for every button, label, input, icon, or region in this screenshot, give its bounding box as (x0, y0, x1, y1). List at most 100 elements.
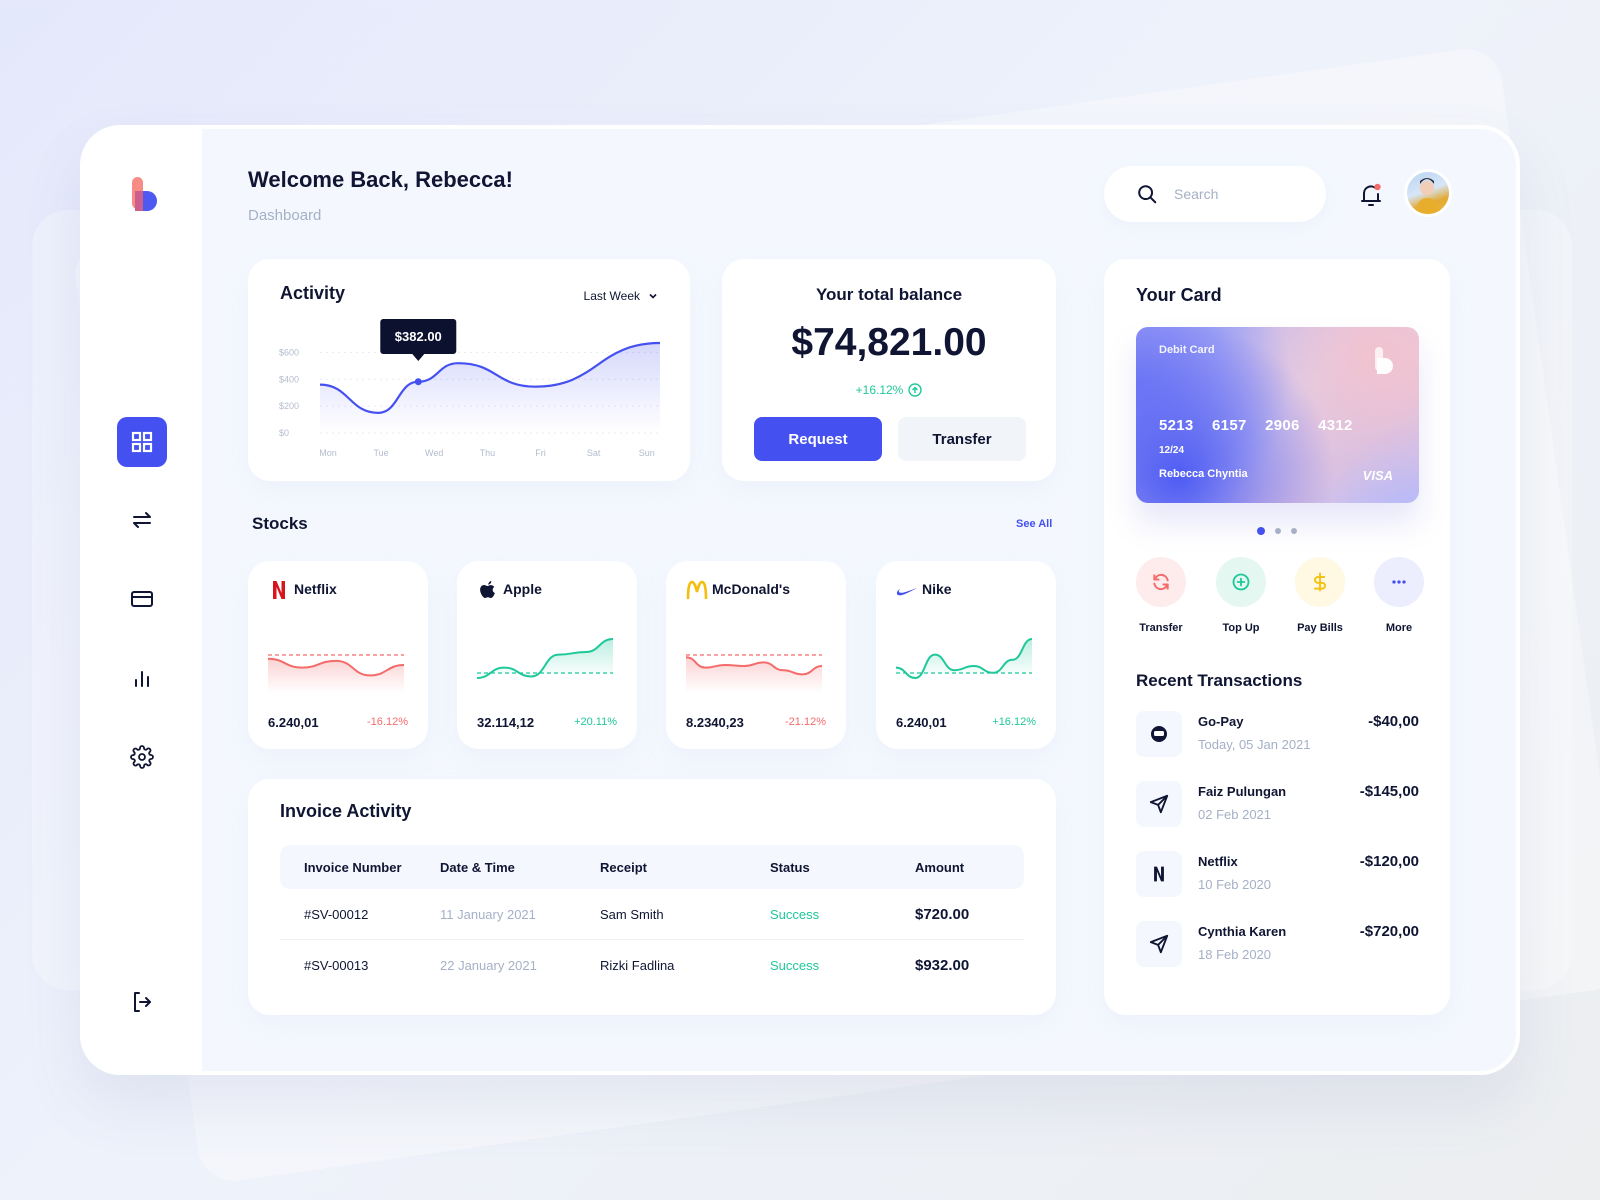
table-row[interactable]: #SV-00012 11 January 2021 Sam Smith Succ… (280, 889, 1024, 940)
sidebar-item-transfers[interactable] (117, 495, 167, 545)
transaction-item[interactable]: Cynthia Karen 18 Feb 2020 -$720,00 (1136, 921, 1419, 969)
sparkline-area (896, 639, 1032, 678)
card-type: Debit Card (1159, 344, 1215, 356)
pagination-dot[interactable] (1257, 527, 1265, 535)
credit-card-icon (131, 591, 153, 607)
action-icon-bg (1136, 557, 1186, 607)
stock-change: -21.12% (785, 716, 826, 728)
balance-change-value: +16.12% (855, 383, 904, 397)
stock-card-apple[interactable]: Apple 32.114,12 +20.11% (457, 561, 637, 749)
card-brand-logo (1375, 347, 1393, 374)
sidebar-item-settings[interactable] (117, 732, 167, 782)
transaction-date: Today, 05 Jan 2021 (1198, 737, 1311, 752)
action-top-up[interactable]: Top Up (1216, 557, 1266, 634)
visa-logo: VISA (1362, 468, 1393, 483)
your-card-panel: Your Card Debit Card 5213 6157 2906 4312… (1104, 259, 1450, 1015)
column-header[interactable]: Receipt (600, 860, 770, 875)
transaction-name: Netflix (1198, 854, 1238, 869)
action-icon-bg (1216, 557, 1266, 607)
stock-sparkline (267, 654, 405, 693)
transaction-item[interactable]: Go-Pay Today, 05 Jan 2021 -$40,00 (1136, 711, 1419, 759)
main-content: Welcome Back, Rebecca! Dashboard Activit… (202, 129, 1516, 1071)
transaction-icon-box (1136, 781, 1182, 827)
nike-logo-icon (896, 588, 917, 596)
activity-card: Activity Last Week $600 $400 $200 $0 Mon Tue W… (248, 259, 690, 481)
transaction-item[interactable]: Netflix 10 Feb 2020 -$120,00 (1136, 851, 1419, 899)
see-all-link[interactable]: See All (1016, 518, 1052, 530)
balance-change: +16.12% (722, 383, 1056, 397)
recent-transactions-title: Recent Transactions (1136, 671, 1303, 690)
pagination-dot[interactable] (1275, 528, 1281, 534)
period-dropdown-label: Last Week (583, 289, 640, 303)
send-icon (1149, 794, 1169, 814)
wallet-icon (1151, 726, 1167, 742)
stock-sparkline (476, 638, 614, 679)
column-header[interactable]: Date & Time (440, 860, 600, 875)
arrow-up-circle-icon (908, 383, 923, 397)
invoice-amount: $932.00 (915, 957, 970, 974)
notification-bell-icon[interactable] (1359, 181, 1383, 209)
stock-card-netflix[interactable]: Netflix 6.240,01 -16.12% (248, 561, 428, 749)
x-tick-label: Tue (374, 448, 389, 458)
card-pagination (1104, 527, 1450, 535)
action-pay-bills[interactable]: Pay Bills (1295, 557, 1345, 634)
logout-button[interactable] (117, 977, 167, 1027)
breadcrumb: Dashboard (248, 207, 322, 224)
invoice-number: #SV-00013 (304, 958, 369, 973)
transaction-amount: -$120,00 (1359, 853, 1419, 870)
stock-card-nike[interactable]: Nike 6.240,01 +16.12% (876, 561, 1056, 749)
invoice-table: Invoice Number Date & Time Receipt Statu… (280, 845, 1024, 991)
user-avatar[interactable] (1404, 169, 1452, 217)
send-icon (1149, 934, 1169, 954)
card-number: 5213 6157 2906 4312 (1159, 417, 1353, 434)
balance-card: Your total balance $74,821.00 +16.12% Re… (722, 259, 1056, 481)
table-header: Invoice Number Date & Time Receipt Statu… (280, 845, 1024, 889)
balance-label: Your total balance (815, 285, 963, 304)
brand-logo (132, 177, 157, 211)
app-window: Welcome Back, Rebecca! Dashboard Activit… (80, 125, 1520, 1075)
search-icon (1138, 185, 1157, 204)
request-button[interactable]: Request (754, 417, 882, 461)
sidebar-item-statistics[interactable] (117, 653, 167, 703)
transaction-amount: -$40,00 (1368, 713, 1419, 730)
tooltip-label: $382.00 (395, 329, 442, 344)
chart-tooltip: $382.00 (380, 319, 457, 361)
stock-value: 6.240,01 (896, 715, 947, 730)
transaction-item[interactable]: Faiz Pulungan 02 Feb 2021 -$145,00 (1136, 781, 1419, 829)
table-row[interactable]: #SV-00013 22 January 2021 Rizki Fadlina … (280, 940, 1024, 991)
invoice-number: #SV-00012 (304, 906, 369, 922)
x-tick-label: Wed (425, 448, 443, 458)
column-header[interactable]: Status (770, 860, 915, 875)
search-input[interactable] (1174, 186, 1294, 202)
action-icon-bg (1374, 557, 1424, 607)
debit-card[interactable]: Debit Card 5213 6157 2906 4312 12/24 Reb… (1136, 327, 1419, 503)
period-dropdown[interactable]: Last Week (584, 289, 658, 303)
sparkline-area (477, 639, 613, 678)
stock-name: Nike (922, 581, 952, 597)
action-more[interactable]: More (1374, 557, 1424, 634)
transfer-button[interactable]: Transfer (898, 417, 1026, 461)
action-transfer[interactable]: Transfer (1136, 557, 1186, 634)
invoice-status: Success (770, 906, 820, 922)
y-tick-label: $600 (279, 347, 299, 357)
x-tick-label: Fri (535, 448, 546, 458)
sidebar-item-cards[interactable] (117, 574, 167, 624)
plus-circle-icon (1232, 573, 1250, 591)
sidebar-item-dashboard[interactable] (117, 417, 167, 467)
pagination-dot[interactable] (1291, 528, 1297, 534)
activity-title: Activity (280, 283, 346, 303)
stock-change: -16.12% (367, 716, 408, 728)
column-header[interactable]: Invoice Number (280, 860, 440, 875)
bar-chart-icon (135, 671, 149, 687)
netflix-logo-icon (273, 581, 285, 599)
x-tick-label: Thu (480, 448, 496, 458)
grid-icon (131, 431, 153, 453)
arrows-exchange-icon (133, 512, 151, 528)
stock-card-mcdonalds[interactable]: McDonald's 8.2340,23 -21.12% (666, 561, 846, 749)
column-header[interactable]: Amount (915, 860, 1024, 875)
transaction-name: Faiz Pulungan (1198, 784, 1287, 799)
stock-change: +16.12% (992, 716, 1036, 728)
search-bar[interactable] (1104, 166, 1326, 222)
card-expiry: 12/24 (1159, 445, 1185, 456)
action-label: More (1385, 622, 1413, 634)
